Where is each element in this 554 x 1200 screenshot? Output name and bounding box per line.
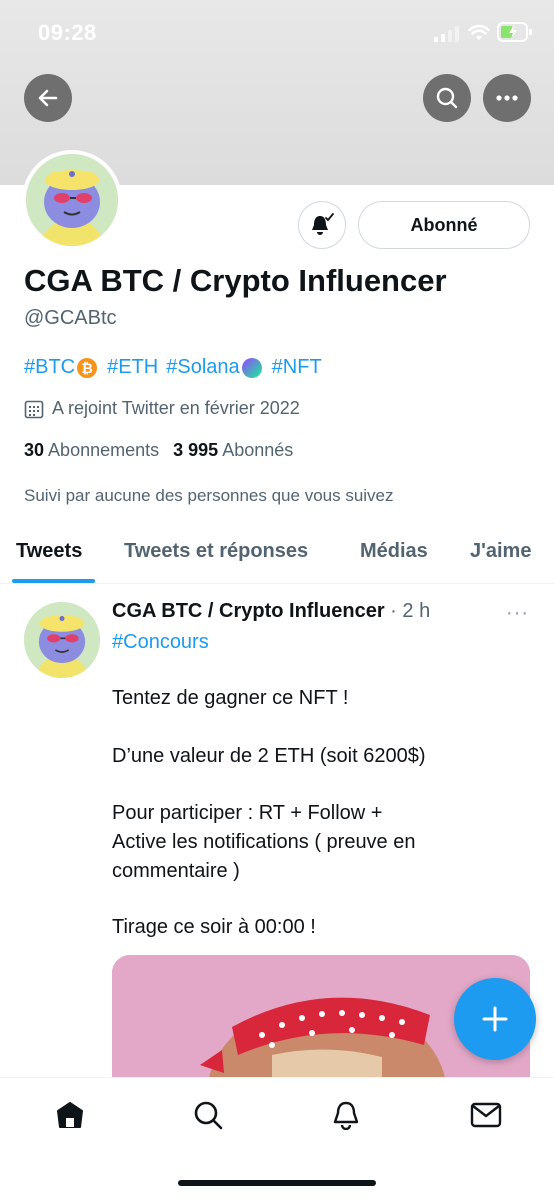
home-icon[interactable]	[55, 1100, 85, 1130]
profile-handle: @GCABtc	[24, 307, 117, 329]
tweet-author-avatar[interactable]	[24, 602, 100, 678]
tab-tweets-and-replies[interactable]: Tweets et réponses	[124, 540, 308, 563]
profile-search-button[interactable]	[423, 74, 471, 122]
calendar-icon	[24, 400, 44, 418]
tab-tweets[interactable]: Tweets	[16, 540, 82, 563]
tweet-text-line: Tirage ce soir à 00:00 !	[112, 916, 316, 938]
more-options-button[interactable]	[483, 74, 531, 122]
tweet-hashtag-concours[interactable]: #Concours	[112, 631, 209, 654]
profile-bio: #BTC ₿ #ETH #Solana #NFT	[24, 356, 322, 379]
tweet-more-button[interactable]: ···	[506, 602, 529, 625]
profile-avatar[interactable]	[22, 150, 122, 250]
status-bar: 09:28	[0, 0, 554, 64]
tweet-timestamp[interactable]: 2 h	[402, 600, 430, 622]
tweet-header: CGA BTC / Crypto Influencer · 2 h	[112, 600, 430, 623]
back-button[interactable]	[24, 74, 72, 122]
hashtag-nft[interactable]: #NFT	[272, 356, 322, 379]
tweet-text-line: Active les notifications ( preuve en	[112, 831, 416, 853]
tweet-text-line: Tentez de gagner ce NFT !	[112, 687, 349, 709]
notification-bell-button[interactable]	[298, 201, 346, 249]
notification-bell-icon	[312, 213, 334, 235]
tweet-text-line: Pour participer : RT + Follow +	[112, 802, 383, 824]
hashtag-btc[interactable]: #BTC	[24, 356, 75, 379]
followed-by-text: Suivi par aucune des personnes que vous …	[24, 486, 394, 505]
search-icon	[436, 87, 458, 109]
profile-display-name: CGA BTC / Crypto Influencer	[24, 263, 447, 298]
following-link[interactable]: 30 Abonnements	[24, 440, 159, 460]
home-indicator	[178, 1180, 376, 1186]
tweet-text-line: D’une valeur de 2 ETH (soit 6200$)	[112, 745, 426, 767]
compose-tweet-button[interactable]	[454, 978, 536, 1060]
tab-likes[interactable]: J'aime	[470, 540, 531, 563]
bitcoin-icon: ₿	[77, 357, 98, 378]
tweet-text-line: commentaire )	[112, 860, 240, 882]
more-horizontal-icon	[496, 95, 518, 101]
signal-icon	[434, 26, 459, 42]
tab-media[interactable]: Médias	[360, 540, 428, 563]
wifi-icon	[468, 24, 490, 40]
hashtag-solana[interactable]: #Solana	[166, 356, 239, 379]
joined-date: A rejoint Twitter en février 2022	[24, 398, 300, 419]
notifications-icon[interactable]	[331, 1100, 361, 1130]
followers-count: 3 995	[173, 440, 219, 460]
messages-icon[interactable]	[470, 1100, 502, 1130]
joined-date-text: A rejoint Twitter en février 2022	[52, 398, 300, 418]
arrow-left-icon	[38, 89, 58, 107]
following-label: Abonnements	[48, 440, 160, 460]
followers-link[interactable]: 3 995 Abonnés	[173, 440, 293, 460]
plus-icon	[482, 1006, 508, 1032]
profile-tabs: Tweets Tweets et réponses Médias J'aime	[0, 530, 554, 584]
profile-stats: 30 Abonnements 3 995 Abonnés	[24, 440, 293, 461]
active-tab-indicator	[12, 579, 95, 583]
following-count: 30	[24, 440, 45, 460]
tweet-author-name[interactable]: CGA BTC / Crypto Influencer	[112, 600, 385, 622]
tweet-separator: ·	[384, 600, 403, 622]
search-icon[interactable]	[193, 1100, 223, 1130]
avatar-character-image	[24, 602, 100, 678]
following-button[interactable]: Abonné	[358, 201, 530, 249]
solana-icon	[241, 357, 262, 378]
status-time: 09:28	[38, 20, 97, 45]
hashtag-eth[interactable]: #ETH	[107, 356, 158, 379]
followers-label: Abonnés	[222, 440, 294, 460]
avatar-character-image	[26, 154, 118, 246]
battery-charging-icon	[497, 22, 532, 42]
